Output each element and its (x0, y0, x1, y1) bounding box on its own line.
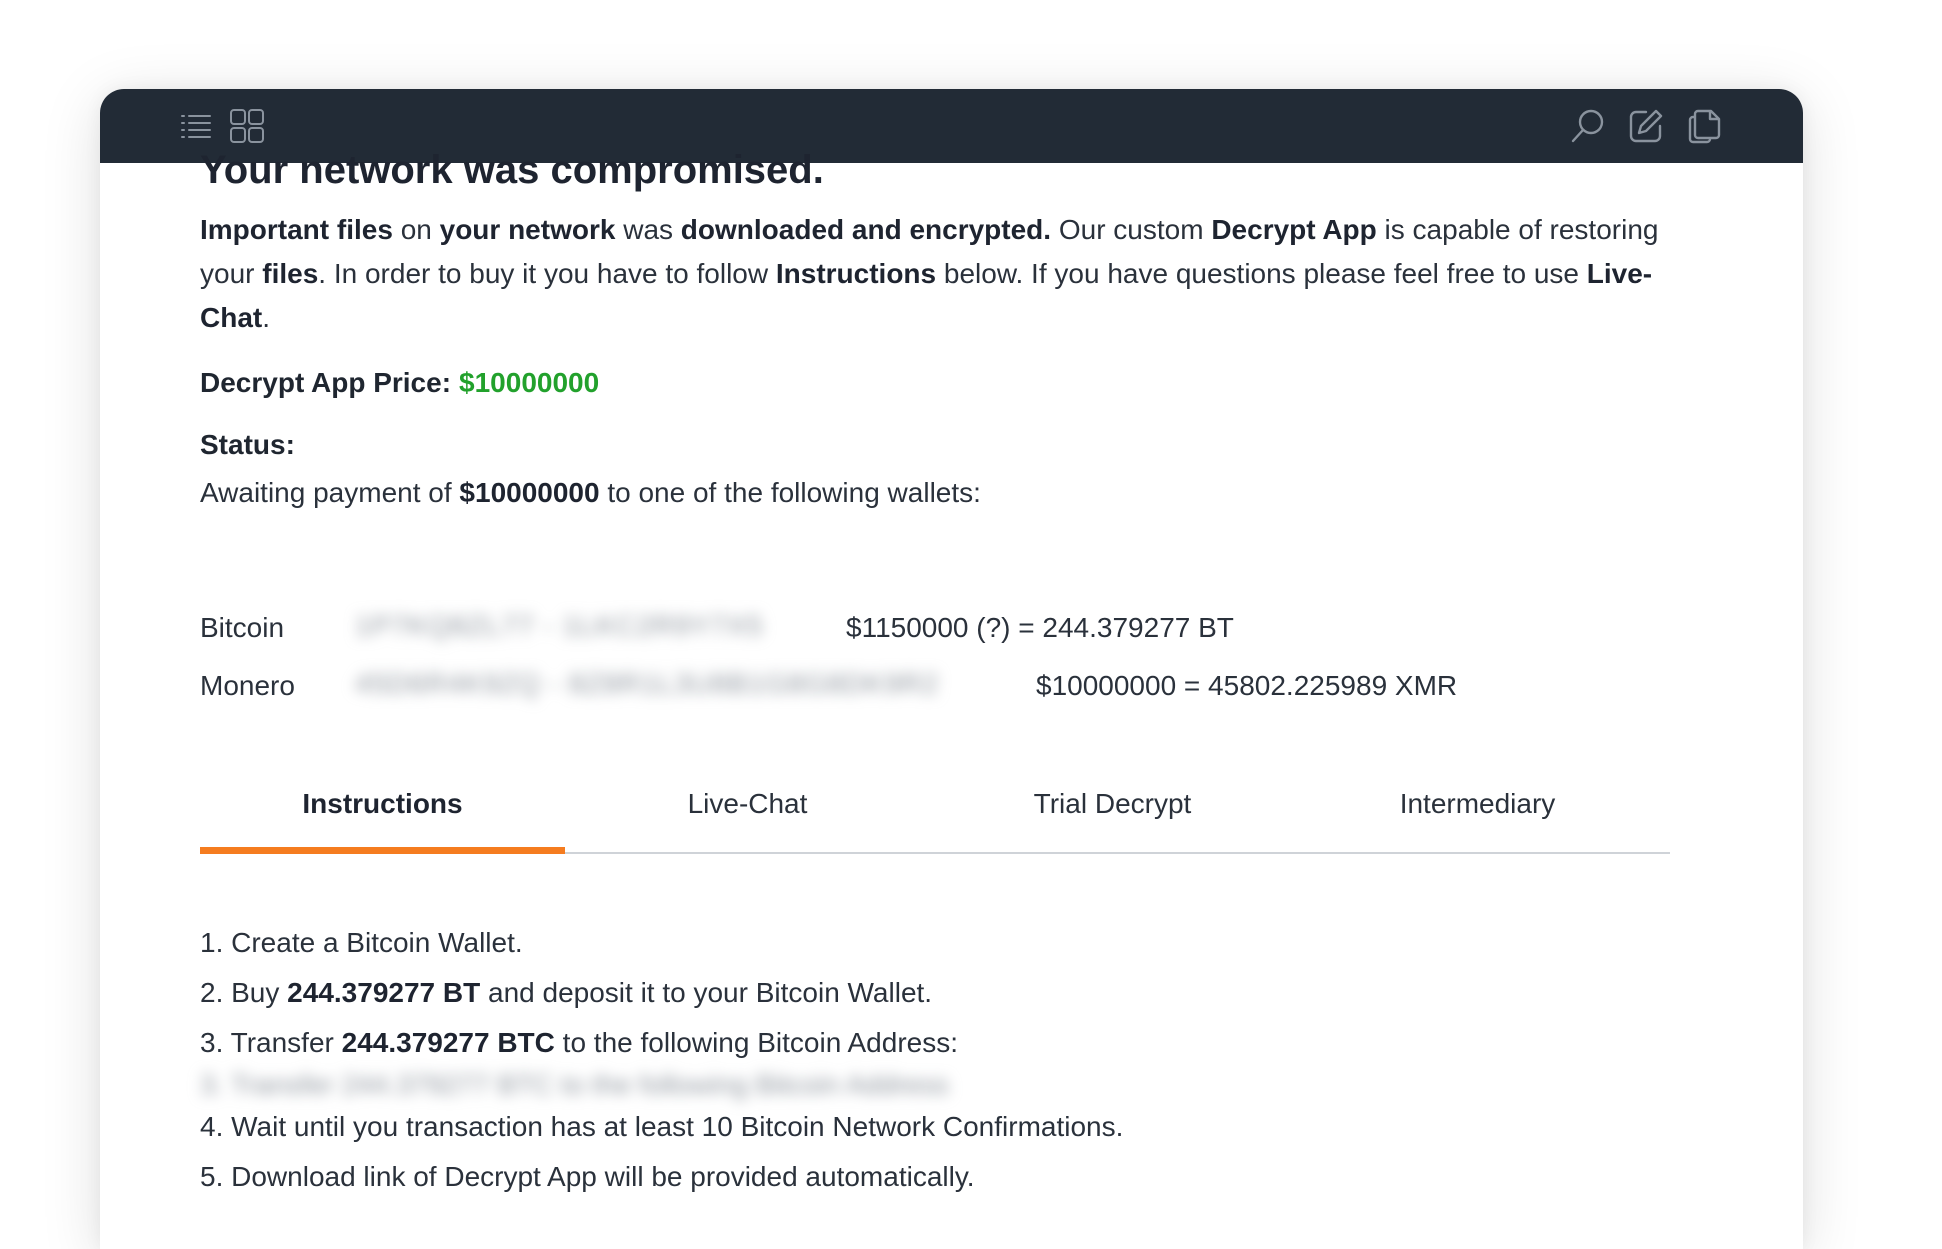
intro-text: . (262, 302, 271, 333)
intro-text: your network (439, 214, 616, 245)
status-label: Status: (200, 429, 295, 460)
wallet-name: Bitcoin (200, 612, 285, 643)
intro-text: Our custom (1051, 214, 1212, 245)
awaiting-text: to one of the following wallets: (599, 477, 981, 508)
main-content: Your network was compromised. Important … (200, 0, 1740, 1198)
wallet-name: Monero (200, 670, 295, 701)
instruction-step: 4. Wait until you transaction has at lea… (200, 1111, 1124, 1142)
instructions-list: 1. Create a Bitcoin Wallet. 2. Buy 244.3… (200, 918, 1600, 1202)
intro-text: . In order to buy it you have to follow (318, 258, 776, 289)
awaiting-payment-text: Awaiting payment of $10000000 to one of … (200, 477, 981, 509)
wallet-amount: $10000000 = 45802.225989 XMR (1036, 670, 1458, 701)
awaiting-amount: $10000000 (459, 477, 600, 508)
step-text: 3. Transfer (200, 1027, 342, 1058)
awaiting-text: Awaiting payment of (200, 477, 460, 508)
instruction-step: 3. Transfer 244.379277 BTC to the follow… (200, 1018, 1600, 1068)
step-text: and deposit it to your Bitcoin Wallet. (480, 977, 933, 1008)
intro-text: downloaded and encrypted. (680, 214, 1052, 245)
intro-paragraph: Important files on your network was down… (200, 208, 1720, 340)
step-text: 2. Buy (200, 977, 288, 1008)
intro-text: files (262, 258, 319, 289)
instruction-step: 2. Buy 244.379277 BT and deposit it to y… (200, 968, 1600, 1018)
wallet-amount: $1150000 (?) = 244.379277 BT (846, 612, 1234, 643)
price-row: Decrypt App Price: $10000000 (200, 367, 599, 399)
instruction-step: 5. Download link of Decrypt App will be … (200, 1161, 975, 1192)
tab-bar: Instructions Live-Chat Trial Decrypt Int… (200, 756, 1670, 854)
tab-intermediary[interactable]: Intermediary (1295, 756, 1660, 852)
intro-text: on (392, 214, 440, 245)
intro-text: Instructions (775, 258, 937, 289)
intro-text: Important files (200, 214, 393, 245)
step-amount: 244.379277 BTC (341, 1027, 555, 1058)
tab-trial-decrypt[interactable]: Trial Decrypt (930, 756, 1295, 852)
step-text: to the following Bitcoin Address: (554, 1027, 959, 1058)
intro-text: below. If you have questions please feel… (936, 258, 1587, 289)
step-amount: 244.379277 BT (287, 977, 481, 1008)
intro-text: Decrypt App (1211, 214, 1377, 245)
wallet-address[interactable]: 45D6R4K9ZQ - 8Z8R1L3U8B1G8G8DK9R2 (355, 668, 939, 700)
instruction-step: 1. Create a Bitcoin Wallet. (200, 927, 523, 958)
intro-text: was (615, 214, 681, 245)
page-title: Your network was compromised. (200, 148, 824, 192)
tab-live-chat[interactable]: Live-Chat (565, 756, 930, 852)
price-value: $10000000 (459, 367, 600, 398)
bitcoin-address-redacted[interactable]: 3. Transfer 244.379277 BTC to the follow… (200, 1068, 1600, 1102)
wallet-address[interactable]: 1P7KQ8ZL77 - 1LKC2R9Y7X5 (355, 610, 763, 642)
tab-instructions[interactable]: Instructions (200, 756, 565, 854)
price-label: Decrypt App Price: (200, 367, 452, 398)
